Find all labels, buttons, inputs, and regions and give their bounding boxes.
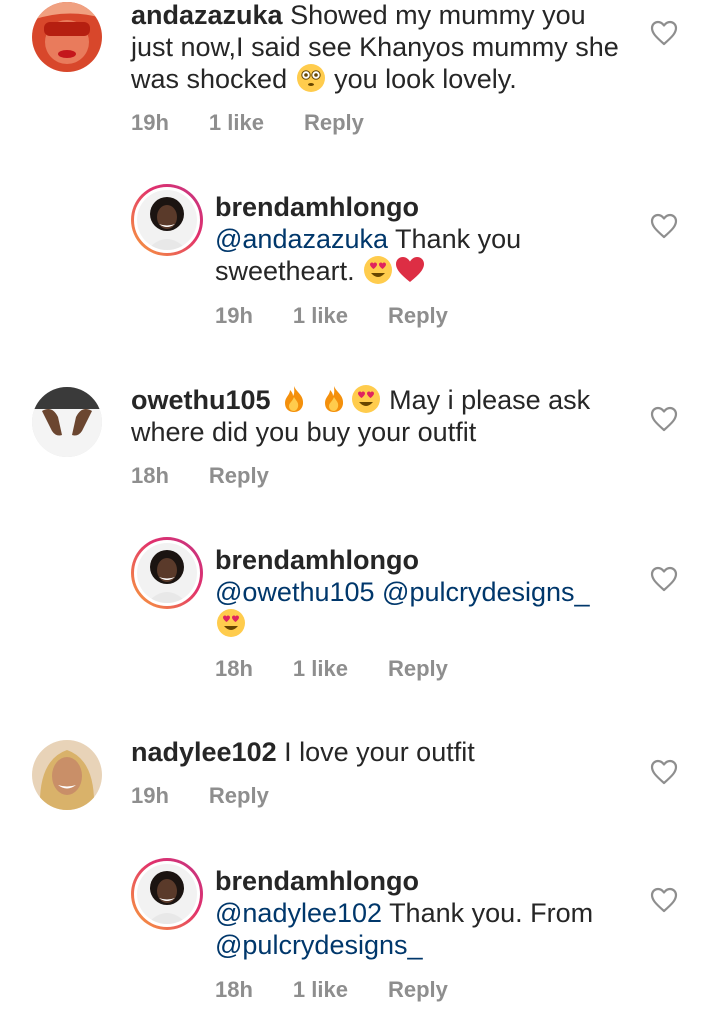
mention-link[interactable]: @pulcrydesigns_ xyxy=(215,930,423,960)
avatar[interactable] xyxy=(131,537,203,609)
heart-eyes-emoji-icon xyxy=(351,384,381,414)
comment-username[interactable]: brendamhlongo xyxy=(215,865,635,897)
comment-text: owethu105 May i please ask where did you… xyxy=(131,384,631,448)
heart-eyes-emoji-icon xyxy=(363,255,393,285)
comment-text: brendamhlongo @andazazuka Thank you swee… xyxy=(215,191,635,287)
flushed-face-emoji-icon xyxy=(296,63,326,93)
profile-photo-icon xyxy=(32,2,102,72)
comment-time: 19h xyxy=(131,783,169,808)
comment-time: 18h xyxy=(215,656,253,681)
like-heart-icon[interactable] xyxy=(650,566,678,592)
profile-photo-icon xyxy=(137,864,197,924)
mention-link[interactable]: @andazazuka xyxy=(215,224,388,254)
profile-photo-icon xyxy=(137,543,197,603)
like-heart-icon[interactable] xyxy=(650,759,678,785)
avatar[interactable] xyxy=(32,2,102,72)
comment-likes[interactable]: 1 like xyxy=(293,303,348,329)
fire-emoji-icon xyxy=(319,384,349,414)
comment-text: brendamhlongo @owethu105 @pulcrydesigns_ xyxy=(215,544,635,640)
comment-meta: 19h Reply xyxy=(131,783,269,809)
profile-photo-icon xyxy=(32,387,102,457)
mention-link[interactable]: @nadylee102 xyxy=(215,898,382,928)
avatar[interactable] xyxy=(131,858,203,930)
like-heart-icon[interactable] xyxy=(650,406,678,432)
comment-body: I love your outfit xyxy=(284,737,475,767)
reply-button[interactable]: Reply xyxy=(388,303,448,329)
reply-button[interactable]: Reply xyxy=(304,110,364,136)
mention-link[interactable]: @pulcrydesigns_ xyxy=(382,577,590,607)
heart-eyes-emoji-icon xyxy=(216,608,246,638)
comment-meta: 19h 1 like Reply xyxy=(215,303,448,329)
reply-button[interactable]: Reply xyxy=(209,463,269,489)
comment-body: Thank you. From xyxy=(389,898,594,928)
comment-username[interactable]: andazazuka xyxy=(131,0,283,30)
comment-body-cont: you look lovely. xyxy=(334,64,517,94)
comment-text: nadylee102 I love your outfit xyxy=(131,736,631,768)
comment-time: 18h xyxy=(215,977,253,1002)
avatar[interactable] xyxy=(32,740,102,810)
comment-meta: 19h 1 like Reply xyxy=(131,110,364,136)
fire-emoji-icon xyxy=(279,384,309,414)
red-heart-emoji-icon xyxy=(395,255,425,285)
comment-likes[interactable]: 1 like xyxy=(293,656,348,682)
comment-likes[interactable]: 1 like xyxy=(209,110,264,136)
comment-meta: 18h 1 like Reply xyxy=(215,977,448,1003)
comment-time: 18h xyxy=(131,463,169,488)
like-heart-icon[interactable] xyxy=(650,213,678,239)
comment-text: brendamhlongo @nadylee102 Thank you. Fro… xyxy=(215,865,635,961)
avatar[interactable] xyxy=(131,184,203,256)
reply-button[interactable]: Reply xyxy=(388,977,448,1003)
comment-username[interactable]: brendamhlongo xyxy=(215,544,635,576)
like-heart-icon[interactable] xyxy=(650,887,678,913)
comment-time: 19h xyxy=(131,110,169,135)
comment-time: 19h xyxy=(215,303,253,328)
avatar[interactable] xyxy=(32,387,102,457)
comment-likes[interactable]: 1 like xyxy=(293,977,348,1003)
profile-photo-icon xyxy=(137,190,197,250)
mention-link[interactable]: @owethu105 xyxy=(215,577,375,607)
comment-username[interactable]: nadylee102 xyxy=(131,737,277,767)
comment-meta: 18h 1 like Reply xyxy=(215,656,448,682)
comment-meta: 18h Reply xyxy=(131,463,269,489)
like-heart-icon[interactable] xyxy=(650,20,678,46)
profile-photo-icon xyxy=(32,740,102,810)
reply-button[interactable]: Reply xyxy=(388,656,448,682)
comment-text: andazazuka Showed my mummy you just now,… xyxy=(131,0,631,95)
comment-username[interactable]: owethu105 xyxy=(131,385,271,415)
reply-button[interactable]: Reply xyxy=(209,783,269,809)
comment-username[interactable]: brendamhlongo xyxy=(215,191,635,223)
